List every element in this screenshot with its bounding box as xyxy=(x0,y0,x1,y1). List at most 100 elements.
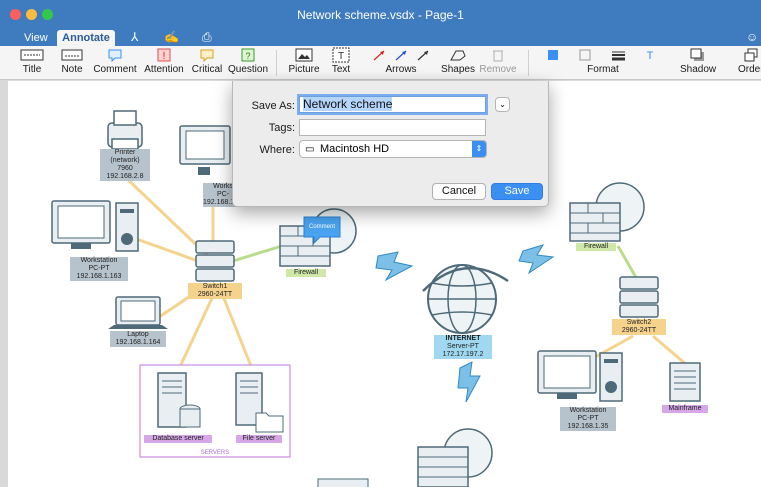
note-tool-icon xyxy=(61,49,83,61)
printer-ip: 192.168.2.8 xyxy=(106,173,144,180)
switch1-icon xyxy=(195,240,235,282)
workstation-right-name: Workstation xyxy=(569,407,607,414)
arrows-tool-label: Arrows xyxy=(385,64,417,75)
laptop-name: Laptop xyxy=(127,331,149,338)
question-tool-icon: ? xyxy=(241,48,255,62)
switch2-name: Switch2 xyxy=(626,319,652,326)
attention-tool-button[interactable]: ! Attention xyxy=(142,46,186,80)
database-server-label: Database server xyxy=(144,435,212,443)
line-color-icon xyxy=(579,49,591,61)
svg-text:T: T xyxy=(647,50,654,61)
workstation-right-icon xyxy=(537,350,623,402)
mainframe-icon xyxy=(669,362,701,402)
workstation-left-label: Workstation PC-PT 192.168.1.163 xyxy=(70,257,128,281)
printer-type: (network) xyxy=(110,157,140,164)
print-icon[interactable]: ⎙ xyxy=(202,30,212,44)
picture-tool-button[interactable]: Picture xyxy=(286,46,322,80)
comment-tool-button[interactable]: Comment xyxy=(92,46,138,80)
attention-tool-icon: ! xyxy=(157,48,171,62)
note-tool-button[interactable]: Note xyxy=(56,46,88,80)
internet-label: INTERNET Server-PT 172.17.197.2 xyxy=(434,335,492,359)
where-popup[interactable]: ▭ Macintosh HD ⇕ xyxy=(299,140,487,158)
laptop-icon xyxy=(108,296,168,329)
firewall-right-label: Firewall xyxy=(576,243,616,251)
cancel-button[interactable]: Cancel xyxy=(432,183,486,200)
shadow-tool-icon xyxy=(690,48,704,61)
text-color-icon: T xyxy=(647,50,654,61)
ribbon-divider xyxy=(528,50,529,76)
smiley-icon[interactable]: ☺ xyxy=(746,30,758,44)
switch1-name: Switch1 xyxy=(202,283,228,290)
title-tool-icon xyxy=(20,49,44,61)
title-bar: Network scheme.vsdx - Page-1 xyxy=(0,0,761,29)
critical-tool-label: Critical xyxy=(191,64,223,75)
format-tool-label: Format xyxy=(587,64,619,75)
workstation-top-icon xyxy=(179,125,231,175)
question-tool-button[interactable]: ? Question xyxy=(228,46,268,80)
workstation-left-name: Workstation xyxy=(80,257,118,264)
switch2-model: 2960-24TT xyxy=(621,327,657,334)
tags-field[interactable] xyxy=(299,119,486,136)
workstation-left-model: PC-PT xyxy=(88,265,110,272)
text-tool-button[interactable]: T Text xyxy=(326,46,356,80)
internet-ip: 172.17.197.2 xyxy=(442,351,484,358)
shapes-tool-label: Shapes xyxy=(441,64,475,75)
internet-model: Server-PT xyxy=(447,343,479,350)
question-tool-label: Question xyxy=(228,64,269,75)
trash-icon xyxy=(493,50,503,62)
picture-tool-icon xyxy=(295,48,313,62)
arrows-tool-icon xyxy=(373,50,429,61)
laptop-ip: 192.168.1.164 xyxy=(115,339,161,346)
chevron-down-icon: ⌄ xyxy=(499,100,506,109)
text-tool-label: Text xyxy=(331,64,351,75)
ribbon-divider xyxy=(276,50,277,76)
comment-note-text: Comment xyxy=(308,224,335,230)
expand-dialog-button[interactable]: ⌄ xyxy=(495,97,510,112)
switch2-icon xyxy=(619,276,659,318)
order-tool-button[interactable]: Order xyxy=(732,46,761,80)
workstation-right-label: Workstation PC-PT 192.168.1.35 xyxy=(560,407,616,431)
workstation-left-ip: 192.168.1.163 xyxy=(76,273,122,280)
firewall-bottom-icon xyxy=(417,428,493,487)
printer-name: Printer xyxy=(114,149,136,156)
workstation-right-ip: 192.168.1.35 xyxy=(567,423,609,430)
switch1-label: Switch1 2960-24TT xyxy=(188,283,242,299)
tab-annotate[interactable]: Annotate xyxy=(57,30,115,46)
acrobat-icon[interactable]: ⅄ xyxy=(131,30,138,44)
tab-view[interactable]: View xyxy=(24,30,48,46)
attention-tool-label: Attention xyxy=(144,64,184,75)
order-tool-label: Order xyxy=(738,64,761,75)
save-button[interactable]: Save xyxy=(491,183,543,200)
internet-name: INTERNET xyxy=(445,335,481,342)
workstation-left-icon xyxy=(51,200,139,252)
svg-text:T: T xyxy=(338,51,344,62)
workstation-right-model: PC-PT xyxy=(577,415,599,422)
critical-tool-button[interactable]: Critical xyxy=(188,46,226,80)
save-as-field[interactable]: Network scheme xyxy=(299,96,486,113)
critical-tool-icon xyxy=(200,49,214,62)
shadow-tool-button[interactable]: Shadow xyxy=(680,46,716,80)
window-title: Network scheme.vsdx - Page-1 xyxy=(297,8,464,22)
note-tool-label: Note xyxy=(61,64,83,75)
printer-icon xyxy=(107,110,143,150)
order-tool-icon xyxy=(744,48,758,62)
save-as-label: Save As: xyxy=(251,100,295,112)
svg-text:!: ! xyxy=(163,51,166,62)
sign-pdf-icon[interactable]: ✍ xyxy=(164,30,179,44)
file-server-label: File server xyxy=(236,435,282,443)
comment-tool-icon xyxy=(108,49,122,62)
annotate-ribbon: Title Note Comment ! Attention Critical … xyxy=(0,46,761,80)
shadow-tool-label: Shadow xyxy=(680,64,717,75)
svg-text:?: ? xyxy=(245,51,250,61)
tab-bar: View Annotate ⅄ ✍ ⎙ ☺ xyxy=(0,29,761,46)
shapes-tool-button[interactable]: Shapes xyxy=(440,46,476,80)
arrows-tool-button[interactable]: Arrows xyxy=(366,46,436,80)
laptop-label: Laptop 192.168.1.164 xyxy=(110,331,166,347)
where-value: Macintosh HD xyxy=(320,143,390,155)
comment-tool-label: Comment xyxy=(93,64,137,75)
title-tool-button[interactable]: Title xyxy=(10,46,54,80)
format-tool-group[interactable]: T Format xyxy=(538,46,668,80)
remove-tool-button[interactable]: Remove xyxy=(478,46,518,80)
switch2-label: Switch2 2960-24TT xyxy=(612,319,666,335)
where-label: Where: xyxy=(259,144,295,156)
